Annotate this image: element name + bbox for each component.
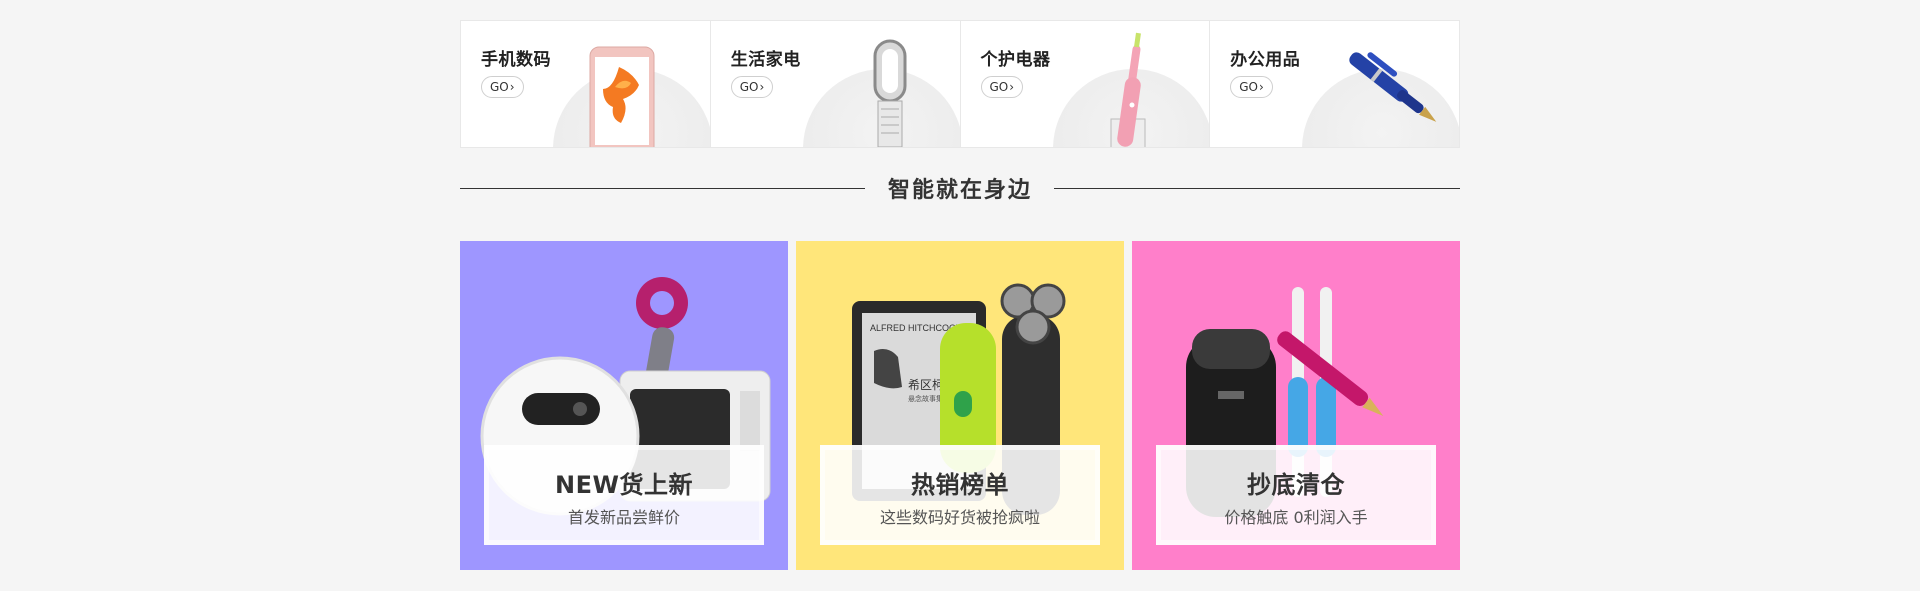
fan-icon bbox=[873, 39, 907, 147]
promo-title: NEW货上新 bbox=[555, 471, 693, 499]
chevron-right-icon: › bbox=[509, 80, 515, 94]
go-label: GO bbox=[989, 80, 1009, 94]
chevron-right-icon: › bbox=[1259, 80, 1264, 94]
category-personal-care[interactable]: 个护电器 GO › bbox=[961, 21, 1211, 147]
category-title: 手机数码 bbox=[481, 50, 551, 70]
section-title: 智能就在身边 bbox=[887, 178, 1032, 203]
category-title: 办公用品 bbox=[1230, 50, 1301, 70]
go-button[interactable]: GO › bbox=[980, 76, 1024, 98]
chevron-right-icon: › bbox=[1009, 80, 1015, 94]
promo-clearance[interactable]: 抄底清仓 价格触底 0利润入手 bbox=[1132, 241, 1460, 570]
promo-subtitle: 首发新品尝鲜价 bbox=[567, 508, 680, 527]
promo-subtitle: 价格触底 0利润入手 bbox=[1224, 508, 1368, 527]
promo-cards: NEW货上新 首发新品尝鲜价 ALFRED HITCHCOCK 希区柯克 悬念故… bbox=[460, 241, 1460, 570]
category-strip: 手机数码 GO › 生活家电 GO › 个护电器 GO › 办公用品 GO › bbox=[460, 20, 1460, 148]
go-button[interactable]: GO › bbox=[481, 76, 524, 98]
promo-caption: 热销榜单 这些数码好货被抢疯啦 bbox=[820, 445, 1100, 545]
go-label: GO bbox=[490, 80, 509, 94]
toothbrush-icon bbox=[1110, 32, 1145, 147]
promo-title: 抄底清仓 bbox=[1247, 471, 1345, 499]
category-appliances[interactable]: 生活家电 GO › bbox=[711, 21, 961, 147]
category-office[interactable]: 办公用品 GO › bbox=[1210, 21, 1459, 147]
category-title: 个护电器 bbox=[980, 50, 1051, 70]
category-phones[interactable]: 手机数码 GO › bbox=[461, 21, 711, 147]
phone-icon bbox=[589, 46, 655, 147]
ereader-subtitle: 悬念故事集 bbox=[908, 394, 943, 403]
promo-subtitle: 这些数码好货被抢疯啦 bbox=[879, 508, 1040, 527]
promo-new-arrivals[interactable]: NEW货上新 首发新品尝鲜价 bbox=[460, 241, 788, 570]
go-label: GO bbox=[739, 80, 759, 94]
promo-hot-list[interactable]: ALFRED HITCHCOCK 希区柯克 悬念故事集 热销榜单 这些数码好货被… bbox=[796, 241, 1124, 570]
go-button[interactable]: GO › bbox=[1230, 76, 1273, 98]
pen-icon bbox=[1349, 52, 1437, 122]
promo-title: 热销榜单 bbox=[911, 471, 1009, 499]
chevron-right-icon: › bbox=[759, 80, 765, 94]
promo-caption: NEW货上新 首发新品尝鲜价 bbox=[484, 445, 764, 545]
go-button[interactable]: GO › bbox=[730, 76, 774, 98]
promo-caption: 抄底清仓 价格触底 0利润入手 bbox=[1156, 445, 1436, 545]
category-title: 生活家电 bbox=[730, 50, 801, 70]
go-label: GO bbox=[1239, 80, 1258, 94]
